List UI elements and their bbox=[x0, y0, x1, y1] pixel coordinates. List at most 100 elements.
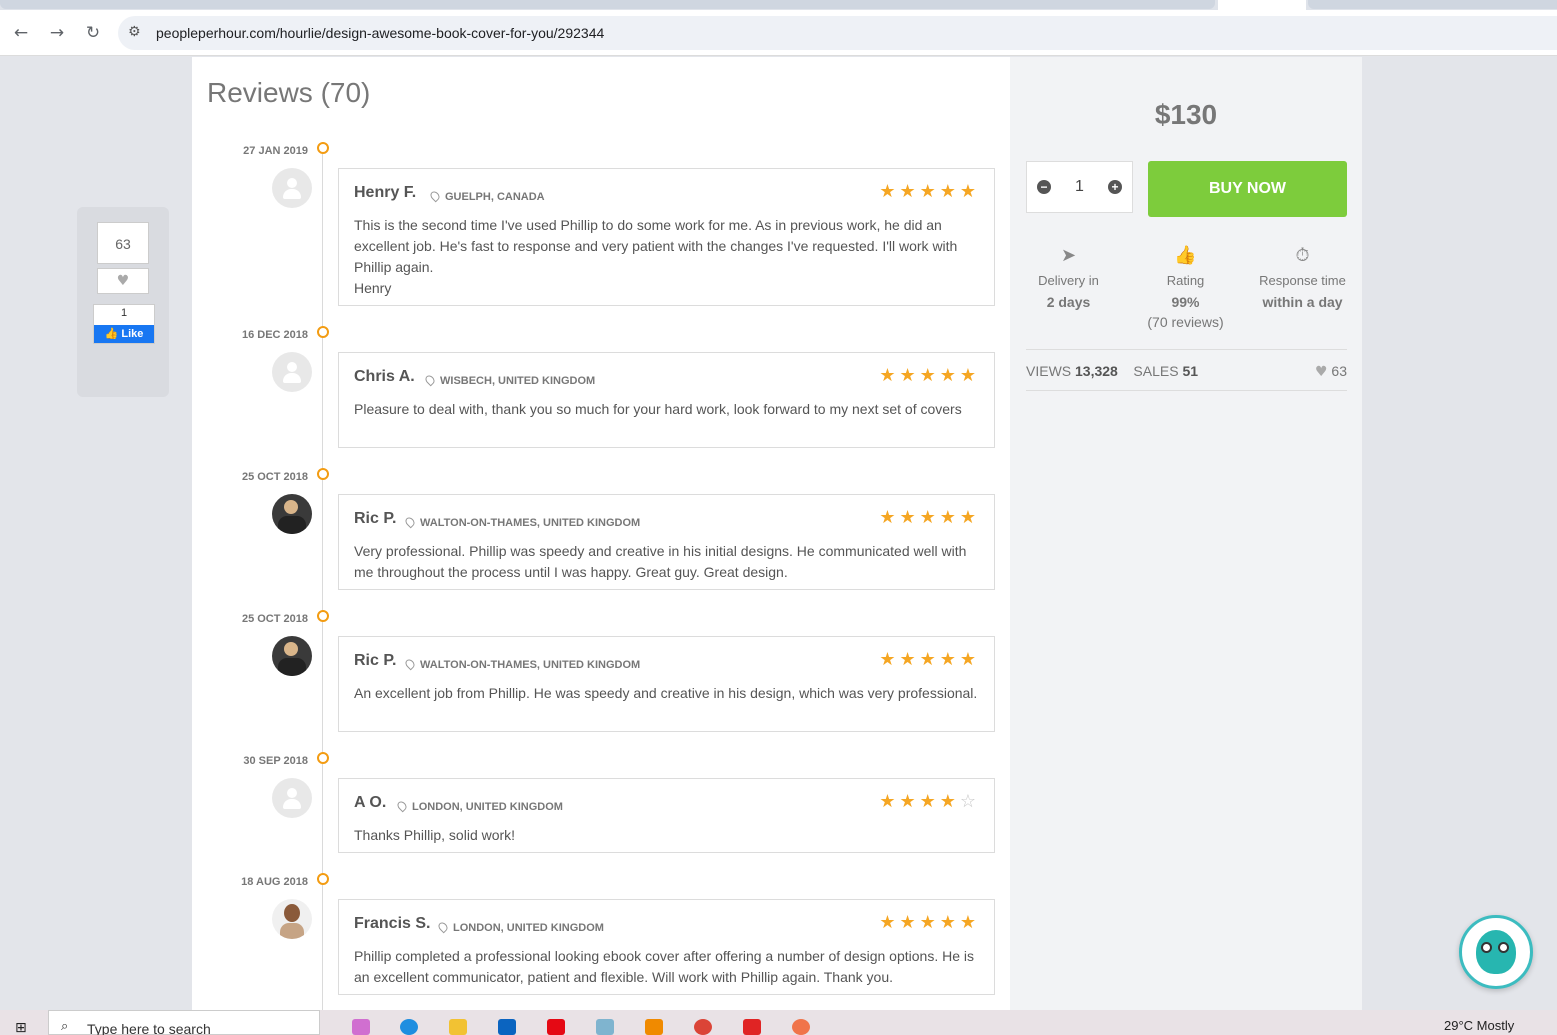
reviewer-location: WALTON-ON-THAMES, UNITED KINGDOM bbox=[403, 515, 640, 529]
star-rating: ★★★★★ bbox=[879, 649, 980, 670]
owl-icon bbox=[1476, 930, 1516, 974]
heart-icon[interactable]: ♥ bbox=[97, 268, 149, 294]
share-widget: 63 ♥ 1 👍 Like bbox=[77, 207, 169, 397]
star-rating: ★★★★★ bbox=[879, 912, 980, 933]
location-pin-icon bbox=[395, 799, 409, 813]
browser-toolbar: ← → ↻ ⚙ peopleperhour.com/hourlie/design… bbox=[0, 10, 1557, 56]
weather-widget[interactable]: 29°C Mostly bbox=[1444, 1018, 1514, 1033]
forward-arrow-icon[interactable]: → bbox=[46, 22, 68, 44]
avatar[interactable] bbox=[272, 168, 312, 208]
location-pin-icon bbox=[403, 515, 417, 529]
location-pin-icon bbox=[436, 920, 450, 934]
paper-plane-icon: ➤ bbox=[1060, 245, 1077, 266]
reviewer-location: LONDON, UNITED KINGDOM bbox=[436, 920, 604, 934]
reviewer-location: WALTON-ON-THAMES, UNITED KINGDOM bbox=[403, 657, 640, 671]
review-card: Ric P. WALTON-ON-THAMES, UNITED KINGDOM … bbox=[338, 494, 995, 590]
avatar[interactable] bbox=[272, 778, 312, 818]
file-explorer-icon[interactable] bbox=[449, 1019, 467, 1035]
response-time-stat: ⏱ Response time within a day bbox=[1244, 245, 1361, 310]
firefox-icon[interactable] bbox=[792, 1019, 810, 1035]
search-icon: ⌕ bbox=[61, 1019, 69, 1034]
reviewer-name[interactable]: Henry F. bbox=[354, 184, 416, 202]
fb-like-count: 1 bbox=[120, 307, 128, 319]
browser-tab[interactable] bbox=[1308, 0, 1557, 9]
facebook-like-button[interactable]: 1 👍 Like bbox=[93, 304, 155, 344]
review-text: An excellent job from Phillip. He was sp… bbox=[354, 685, 978, 701]
location-pin-icon bbox=[403, 657, 417, 671]
reviews-title: Reviews (70) bbox=[207, 77, 371, 108]
rating-stat: 👍 Rating 99% (70 reviews) bbox=[1127, 245, 1244, 330]
location-pin-icon bbox=[428, 189, 442, 203]
avatar[interactable] bbox=[272, 352, 312, 392]
views-sales: VIEWS 13,328 SALES 51 bbox=[1026, 363, 1199, 379]
reviewer-name[interactable]: Chris A. bbox=[354, 368, 415, 386]
quantity-stepper: − 1 + bbox=[1026, 161, 1133, 213]
thumbs-up-icon: 👍 bbox=[1174, 245, 1197, 266]
back-arrow-icon[interactable]: ← bbox=[10, 22, 32, 44]
thumbs-up-icon: 👍 bbox=[104, 328, 119, 340]
address-bar[interactable]: ⚙ peopleperhour.com/hourlie/design-aweso… bbox=[118, 16, 1557, 50]
price: $130 bbox=[1154, 99, 1218, 130]
review-date: 30 SEP 2018 bbox=[243, 755, 308, 767]
tab-strip bbox=[0, 0, 1557, 10]
reviews-section: Reviews (70) 27 JAN 2019 Henry F. GUELPH… bbox=[192, 57, 1010, 1010]
timeline-dot bbox=[317, 873, 329, 885]
review-date: 25 OCT 2018 bbox=[241, 613, 308, 625]
offer-panel: $130 − 1 + BUY NOW ➤ Delivery in 2 days … bbox=[1010, 57, 1362, 1010]
outlook-icon[interactable] bbox=[498, 1019, 516, 1035]
url-text[interactable]: peopleperhour.com/hourlie/design-awesome… bbox=[156, 25, 604, 41]
reviewer-location: GUELPH, CANADA bbox=[428, 189, 545, 203]
avatar[interactable] bbox=[272, 899, 312, 939]
share-count: 63 bbox=[97, 222, 149, 264]
review-date: 16 DEC 2018 bbox=[241, 329, 308, 341]
star-rating: ★★★★★ bbox=[879, 507, 980, 528]
reviewer-name[interactable]: A O. bbox=[354, 794, 386, 812]
review-card: Chris A. WISBECH, UNITED KINGDOM ★★★★★ P… bbox=[338, 352, 995, 448]
timeline-dot bbox=[317, 142, 329, 154]
review-card: A O. LONDON, UNITED KINGDOM ★★★★☆ Thanks… bbox=[338, 778, 995, 853]
browser-tab[interactable] bbox=[0, 0, 1215, 9]
taskbar-search[interactable]: ⌕ Type here to search bbox=[48, 1010, 320, 1035]
fb-like-label: Like bbox=[121, 328, 144, 340]
timeline-dot bbox=[317, 752, 329, 764]
reviewer-name[interactable]: Francis S. bbox=[354, 915, 430, 933]
star-rating: ★★★★☆ bbox=[879, 791, 980, 812]
app-icon[interactable] bbox=[596, 1019, 614, 1035]
review-date: 18 AUG 2018 bbox=[241, 876, 308, 888]
review-text: Thanks Phillip, solid work! bbox=[354, 827, 516, 843]
review-text: Phillip completed a professional looking… bbox=[354, 948, 974, 985]
review-date: 27 JAN 2019 bbox=[243, 145, 308, 157]
review-text: This is the second time I've used Philli… bbox=[354, 217, 958, 296]
netflix-icon[interactable] bbox=[547, 1019, 565, 1035]
timeline-dot bbox=[317, 468, 329, 480]
avatar[interactable] bbox=[272, 636, 312, 676]
chat-assistant-button[interactable] bbox=[1459, 915, 1533, 989]
timeline-dot bbox=[317, 326, 329, 338]
location-pin-icon bbox=[423, 373, 437, 387]
heart-icon[interactable]: ♥ bbox=[1315, 364, 1328, 380]
windows-start-icon[interactable]: ⊞ bbox=[15, 1020, 27, 1035]
timeline-dot bbox=[317, 610, 329, 622]
reviewer-name[interactable]: Ric P. bbox=[354, 510, 396, 528]
reload-icon[interactable]: ↻ bbox=[82, 22, 104, 44]
reviewer-name[interactable]: Ric P. bbox=[354, 652, 396, 670]
review-card: Henry F. GUELPH, CANADA ★★★★★ This is th… bbox=[338, 168, 995, 306]
favourites-count[interactable]: ♥ 63 bbox=[1315, 363, 1347, 380]
review-card: Francis S. LONDON, UNITED KINGDOM ★★★★★ … bbox=[338, 899, 995, 995]
vlc-icon[interactable] bbox=[645, 1019, 663, 1035]
search-placeholder: Type here to search bbox=[87, 1021, 211, 1035]
delivery-stat: ➤ Delivery in 2 days bbox=[1010, 245, 1127, 310]
buy-now-button[interactable]: BUY NOW bbox=[1148, 161, 1347, 217]
review-date: 25 OCT 2018 bbox=[241, 471, 308, 483]
chrome-icon[interactable] bbox=[694, 1019, 712, 1035]
avatar[interactable] bbox=[272, 494, 312, 534]
star-rating: ★★★★★ bbox=[879, 181, 980, 202]
site-settings-icon[interactable]: ⚙ bbox=[128, 24, 141, 40]
copilot-icon[interactable] bbox=[352, 1019, 370, 1035]
browser-tab-active[interactable] bbox=[1218, 0, 1306, 10]
anydesk-icon[interactable] bbox=[743, 1019, 761, 1035]
divider bbox=[1026, 349, 1347, 350]
divider bbox=[1026, 390, 1347, 391]
edge-icon[interactable] bbox=[400, 1019, 418, 1035]
plus-icon[interactable]: + bbox=[1108, 180, 1122, 194]
